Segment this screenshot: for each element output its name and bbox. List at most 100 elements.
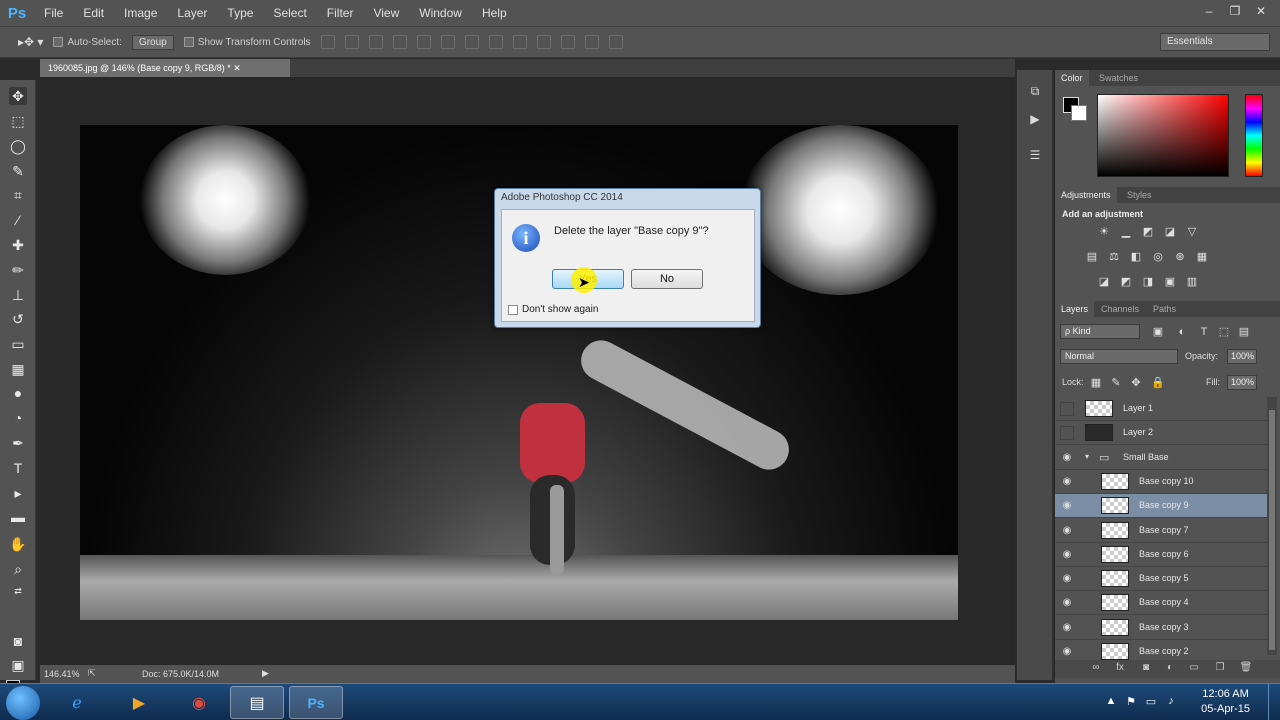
layer-style-icon[interactable]: fx xyxy=(1113,662,1127,676)
healing-brush-tool-icon[interactable]: ✚ xyxy=(9,236,27,254)
lasso-tool-icon[interactable]: ◯ xyxy=(9,137,27,155)
eye-icon[interactable]: ◉ xyxy=(1060,596,1074,610)
eye-icon[interactable]: ◉ xyxy=(1060,451,1074,465)
layer-row[interactable]: ◉ ▾ ▭ Small Base xyxy=(1055,446,1267,470)
export-icon[interactable]: ⇱ xyxy=(88,668,96,679)
visibility-off-box[interactable] xyxy=(1060,426,1074,441)
network-icon[interactable]: ▭ xyxy=(1144,695,1158,709)
align-vcenter-icon[interactable] xyxy=(344,35,359,49)
eye-icon[interactable]: ◉ xyxy=(1060,499,1074,513)
menu-layer[interactable]: Layer xyxy=(167,0,217,26)
filter-type-icon[interactable]: T xyxy=(1197,326,1211,338)
document-tab[interactable]: 1960085.jpg @ 146% (Base copy 9, RGB/8) … xyxy=(40,59,290,77)
brush-tool-icon[interactable]: ✏ xyxy=(9,261,27,279)
filter-pixel-icon[interactable]: ▣ xyxy=(1151,326,1165,338)
marquee-tool-icon[interactable]: ⬚ xyxy=(9,112,27,130)
screen-mode-icon[interactable]: ▣ xyxy=(9,656,27,674)
auto-select-checkbox[interactable]: Auto-Select: xyxy=(53,37,122,48)
gradient-map-icon[interactable]: ▥ xyxy=(1185,276,1199,288)
selective-color-icon[interactable]: ▣ xyxy=(1163,276,1177,288)
tab-layers[interactable]: Layers xyxy=(1055,301,1095,317)
distribute-hcenter-icon[interactable] xyxy=(560,35,575,49)
color-picker-field[interactable] xyxy=(1097,94,1229,177)
path-selection-tool-icon[interactable]: ▸ xyxy=(9,484,27,502)
quick-mask-icon[interactable]: ◙ xyxy=(9,632,27,650)
blur-tool-icon[interactable]: ● xyxy=(9,384,27,402)
add-mask-icon[interactable]: ◙ xyxy=(1139,662,1153,676)
properties-panel-icon[interactable]: ☰ xyxy=(1027,148,1043,164)
align-bottom-icon[interactable] xyxy=(368,35,383,49)
color-lookup-icon[interactable]: ▦ xyxy=(1195,251,1209,263)
layer-kind-filter[interactable]: ρ Kind xyxy=(1060,324,1140,339)
auto-align-icon[interactable] xyxy=(608,35,623,49)
layer-row[interactable]: ◉ Base copy 3 xyxy=(1055,616,1267,640)
photo-filter-icon[interactable]: ◎ xyxy=(1151,251,1165,263)
lock-all-icon[interactable]: 🔒 xyxy=(1151,377,1165,389)
menu-image[interactable]: Image xyxy=(114,0,167,26)
new-adjustment-icon[interactable]: ◐ xyxy=(1163,662,1177,676)
eye-icon[interactable]: ◉ xyxy=(1060,645,1074,659)
quick-selection-tool-icon[interactable]: ✎ xyxy=(9,162,27,180)
menu-type[interactable]: Type xyxy=(217,0,263,26)
tab-paths[interactable]: Paths xyxy=(1147,301,1182,317)
lock-transparent-icon[interactable]: ▦ xyxy=(1089,377,1103,389)
layer-row[interactable]: ◉ Base copy 4 xyxy=(1055,591,1267,616)
color-balance-icon[interactable]: ⚖ xyxy=(1107,251,1121,263)
history-panel-icon[interactable]: ⧉ xyxy=(1027,84,1043,100)
rectangle-tool-icon[interactable]: ▬ xyxy=(9,508,27,526)
tab-styles[interactable]: Styles xyxy=(1121,187,1158,203)
no-button[interactable]: No xyxy=(631,269,703,289)
tab-adjustments[interactable]: Adjustments xyxy=(1055,187,1117,203)
show-hidden-icons-icon[interactable]: ▲ xyxy=(1104,695,1118,709)
layer-row[interactable]: ◉ Base copy 9 xyxy=(1055,494,1267,519)
levels-icon[interactable]: ▁ xyxy=(1119,226,1133,238)
tab-color[interactable]: Color xyxy=(1055,70,1089,86)
distribute-right-icon[interactable] xyxy=(584,35,599,49)
zoom-readout[interactable]: 146.41% xyxy=(44,669,80,679)
layer-row[interactable]: ◉ Base copy 6 xyxy=(1055,543,1267,567)
hue-slider[interactable] xyxy=(1245,94,1263,177)
menu-select[interactable]: Select xyxy=(263,0,316,26)
auto-select-target-select[interactable]: Group xyxy=(131,34,174,50)
eyedropper-tool-icon[interactable]: ⁄ xyxy=(9,211,27,229)
eye-icon[interactable]: ◉ xyxy=(1060,548,1074,562)
dont-show-again-checkbox[interactable]: Don't show again xyxy=(508,304,598,315)
link-layers-icon[interactable]: ∞ xyxy=(1089,662,1103,676)
layers-scrollbar-thumb[interactable] xyxy=(1269,410,1275,650)
type-tool-icon[interactable]: T xyxy=(9,459,27,477)
align-top-icon[interactable] xyxy=(320,35,335,49)
filter-adjustment-icon[interactable]: ◐ xyxy=(1175,326,1189,338)
distribute-left-icon[interactable] xyxy=(536,35,551,49)
layer-row[interactable]: ◉ Base copy 5 xyxy=(1055,567,1267,592)
channel-mixer-icon[interactable]: ⊛ xyxy=(1173,251,1187,263)
actions-panel-icon[interactable]: ▶ xyxy=(1027,112,1043,128)
menu-view[interactable]: View xyxy=(363,0,409,26)
move-tool-icon[interactable]: ✥ xyxy=(9,87,27,105)
internet-explorer-icon[interactable]: ℯ xyxy=(50,686,104,719)
move-tool-preset-icon[interactable]: ▸✥ ▾ xyxy=(18,35,43,49)
start-button[interactable] xyxy=(6,686,40,720)
layer-row[interactable]: ◉ Base copy 10 xyxy=(1055,470,1267,494)
align-left-icon[interactable] xyxy=(392,35,407,49)
distribute-top-icon[interactable] xyxy=(464,35,479,49)
tab-swatches[interactable]: Swatches xyxy=(1093,70,1144,86)
exposure-icon[interactable]: ◪ xyxy=(1163,226,1177,238)
fill-input[interactable]: 100% xyxy=(1227,375,1257,390)
history-brush-tool-icon[interactable]: ↺ xyxy=(9,310,27,328)
posterize-icon[interactable]: ◩ xyxy=(1119,276,1133,288)
dodge-tool-icon[interactable]: ◔ xyxy=(9,409,27,427)
menu-edit[interactable]: Edit xyxy=(73,0,114,26)
lock-image-icon[interactable]: ✎ xyxy=(1109,377,1123,389)
distribute-vcenter-icon[interactable] xyxy=(488,35,503,49)
restore-icon[interactable]: ❐ xyxy=(1224,2,1246,20)
clone-stamp-tool-icon[interactable]: ⊥ xyxy=(9,286,27,304)
vibrance-icon[interactable]: ▽ xyxy=(1185,226,1199,238)
menu-window[interactable]: Window xyxy=(409,0,472,26)
zoom-tool-icon[interactable]: ⌕ xyxy=(9,560,27,578)
chrome-icon[interactable]: ◉ xyxy=(172,686,226,719)
eye-icon[interactable]: ◉ xyxy=(1060,524,1074,538)
invert-icon[interactable]: ◪ xyxy=(1097,276,1111,288)
group-expand-icon[interactable]: ▾ xyxy=(1085,452,1089,461)
new-group-icon[interactable]: ▭ xyxy=(1187,662,1201,676)
workspace-select[interactable]: Essentials xyxy=(1160,33,1270,51)
